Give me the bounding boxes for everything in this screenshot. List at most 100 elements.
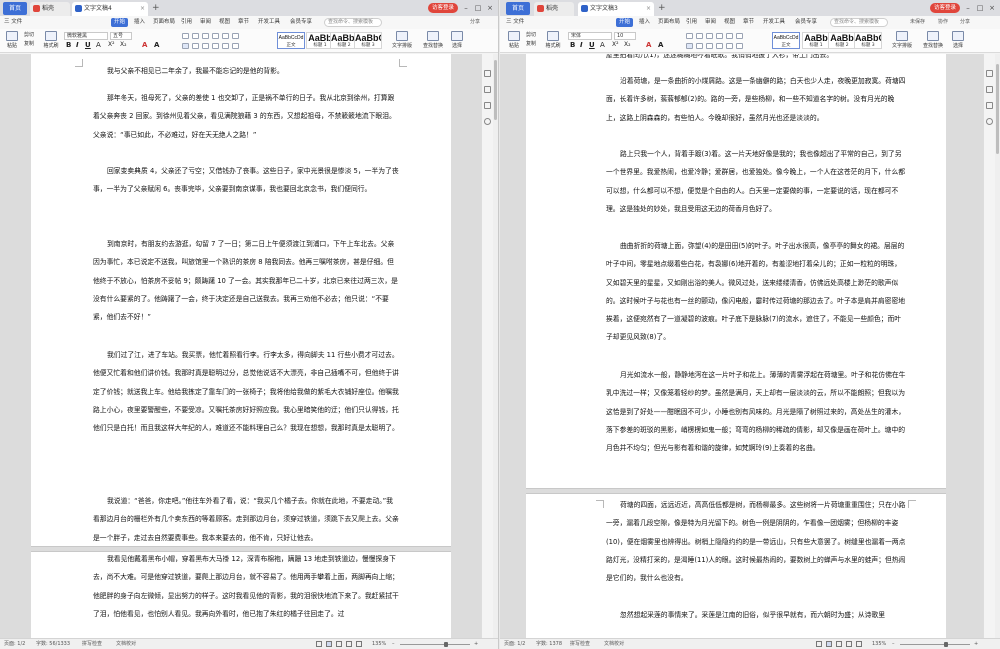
scroll-thumb[interactable] <box>494 60 497 120</box>
decrease-indent-icon[interactable] <box>706 33 713 39</box>
font-name-select[interactable]: 微软雅黑 <box>64 32 108 40</box>
menu-member[interactable]: 会员专享 <box>795 18 817 27</box>
zoom-slider[interactable] <box>900 644 970 645</box>
menu-file[interactable]: 三 文件 <box>4 18 22 27</box>
numbering-icon[interactable] <box>696 33 703 39</box>
minimize-icon[interactable]: – <box>462 4 470 12</box>
menu-chapter[interactable]: 章节 <box>238 18 249 27</box>
text-layout-button[interactable]: 文字排版 <box>390 31 414 49</box>
paragraph[interactable]: 曲曲折折的荷塘上面，弥望(4)的是田田(5)的叶子。叶子出水很高，像亭亭的舞女的… <box>606 237 906 347</box>
shapes-icon[interactable] <box>986 102 993 109</box>
outline-view-icon[interactable] <box>336 641 342 647</box>
zoom-in-icon[interactable]: + <box>474 641 478 648</box>
select-button[interactable]: 选择 <box>449 31 465 49</box>
menu-page-layout[interactable]: 页面布局 <box>153 18 175 27</box>
menu-home[interactable]: 开始 <box>616 18 634 27</box>
read-mode-icon[interactable] <box>316 641 322 647</box>
help-icon[interactable] <box>484 118 491 125</box>
menu-view[interactable]: 视图 <box>724 18 735 27</box>
zoom-out-icon[interactable]: – <box>392 641 395 648</box>
paragraph[interactable]: 到南京时，有朋友约去游逛，勾留 7 了一日；第二日上午便须渡江到浦口，下午上车北… <box>93 235 399 326</box>
edit-icon[interactable] <box>484 70 491 77</box>
paragraph[interactable]: 沿着荷塘，是一条曲折的小煤屑路。这是一条幽僻的路；白天也少人走，夜晚更加寂寞。荷… <box>606 72 906 127</box>
vertical-scrollbar[interactable] <box>995 54 1000 638</box>
bold-icon[interactable]: B <box>66 41 71 49</box>
sort-icon[interactable] <box>726 33 733 39</box>
close-tab-icon[interactable]: × <box>140 2 145 16</box>
page-indicator[interactable]: 页面: 1/2 <box>4 641 25 648</box>
find-replace-button[interactable]: 查找替换 <box>920 31 946 49</box>
distribute-icon[interactable] <box>726 43 733 49</box>
line-spacing-icon[interactable] <box>232 43 239 49</box>
tab-document[interactable]: 文字文稿3 × <box>578 2 654 16</box>
justify-icon[interactable] <box>716 43 723 49</box>
underline-icon[interactable]: U <box>85 41 91 49</box>
char-shading-icon[interactable]: A <box>154 41 159 49</box>
login-button[interactable]: 访客登录 <box>427 3 458 13</box>
align-right-icon[interactable] <box>706 43 713 49</box>
tab-home[interactable]: 首页 <box>3 2 27 15</box>
word-count[interactable]: 字数: 1378 <box>536 641 562 648</box>
font-color-icon[interactable]: A <box>96 41 101 49</box>
vertical-scrollbar[interactable] <box>493 54 498 638</box>
style-heading-2[interactable]: AaBb 标题 2 <box>828 32 856 49</box>
help-icon[interactable] <box>986 118 993 125</box>
paragraph[interactable]: 忽然想起采莲的事情来了。采莲是江南的旧俗，似乎很早就有，而六朝时为盛；从诗歌里 <box>606 606 906 624</box>
justify-icon[interactable] <box>212 43 219 49</box>
text-layout-button[interactable]: 文字排版 <box>890 31 914 49</box>
menu-review[interactable]: 审阅 <box>705 18 716 27</box>
proofread-button[interactable]: 文档校对 <box>604 641 624 648</box>
increase-indent-icon[interactable] <box>716 33 723 39</box>
bullets-icon[interactable] <box>686 33 693 39</box>
command-search-input[interactable]: 查找命令、搜索模板 <box>324 18 382 27</box>
font-color-icon[interactable]: A <box>600 41 605 49</box>
share-button[interactable]: 分享 <box>470 18 480 27</box>
line-spacing-icon[interactable] <box>736 43 743 49</box>
paragraph[interactable]: 我说道：“爸爸，你走吧。”他往车外看了看，说：“我买几个橘子去。你就在此地，不要… <box>93 492 399 547</box>
tab-home[interactable]: 首页 <box>506 2 530 15</box>
new-tab-icon[interactable]: + <box>152 2 160 14</box>
bullets-icon[interactable] <box>182 33 189 39</box>
subscript-icon[interactable]: X₂ <box>120 41 127 48</box>
align-center-icon[interactable] <box>696 43 703 49</box>
paragraph[interactable]: 屋里拍着闰儿(1)，迷迷糊糊地哼着眠歌。我悄悄地披了大衫，带上门出去。 <box>606 54 906 64</box>
edit-icon[interactable] <box>986 70 993 77</box>
align-center-icon[interactable] <box>192 43 199 49</box>
word-count[interactable]: 字数: 56/1333 <box>36 641 70 648</box>
select-arrow-icon[interactable] <box>484 86 491 93</box>
paragraph[interactable]: 那年冬天，祖母死了，父亲的差使 1 也交卸了，正是祸不单行的日子。我从北京到徐州… <box>93 89 399 144</box>
zoom-slider-knob[interactable] <box>944 642 948 647</box>
text-highlight-icon[interactable]: A <box>142 41 147 49</box>
spell-check-toggle[interactable]: 拼写检查 <box>82 641 102 648</box>
new-tab-icon[interactable]: + <box>658 2 666 14</box>
menu-developer[interactable]: 开发工具 <box>258 18 280 27</box>
menu-chapter[interactable]: 章节 <box>743 18 754 27</box>
eye-protect-icon[interactable] <box>356 641 362 647</box>
style-heading-1[interactable]: AaBb 标题 1 <box>802 32 830 49</box>
align-left-icon[interactable] <box>686 43 693 49</box>
text-highlight-icon[interactable]: A <box>646 41 651 49</box>
decrease-indent-icon[interactable] <box>202 33 209 39</box>
superscript-icon[interactable]: X² <box>108 41 115 48</box>
select-arrow-icon[interactable] <box>986 86 993 93</box>
subscript-icon[interactable]: X₂ <box>624 41 631 48</box>
italic-icon[interactable]: I <box>76 41 79 49</box>
login-button[interactable]: 访客登录 <box>929 3 960 13</box>
cut-button[interactable]: 剪切 <box>24 32 34 39</box>
page-view-icon[interactable] <box>826 641 832 647</box>
paste-button[interactable]: 粘贴 <box>506 31 522 49</box>
menu-file[interactable]: 三 文件 <box>506 18 524 27</box>
font-name-select[interactable]: 宋体 <box>568 32 612 40</box>
tab-docer[interactable]: 稻壳 <box>30 2 70 16</box>
close-tab-icon[interactable]: × <box>646 2 651 16</box>
shapes-icon[interactable] <box>484 102 491 109</box>
align-left-icon[interactable] <box>182 43 189 49</box>
zoom-slider-knob[interactable] <box>444 642 448 647</box>
document-page[interactable]: 屋里拍着闰儿(1)，迷迷糊糊地哼着眠歌。我悄悄地披了大衫，带上门出去。 沿着荷塘… <box>526 54 946 638</box>
eye-protect-icon[interactable] <box>856 641 862 647</box>
page-view-icon[interactable] <box>326 641 332 647</box>
tab-docer[interactable]: 稻壳 <box>534 2 574 16</box>
command-search-input[interactable]: 查找命令、搜索模板 <box>830 18 888 27</box>
font-size-select[interactable]: 五号 <box>110 32 132 40</box>
find-replace-button[interactable]: 查找替换 <box>420 31 446 49</box>
